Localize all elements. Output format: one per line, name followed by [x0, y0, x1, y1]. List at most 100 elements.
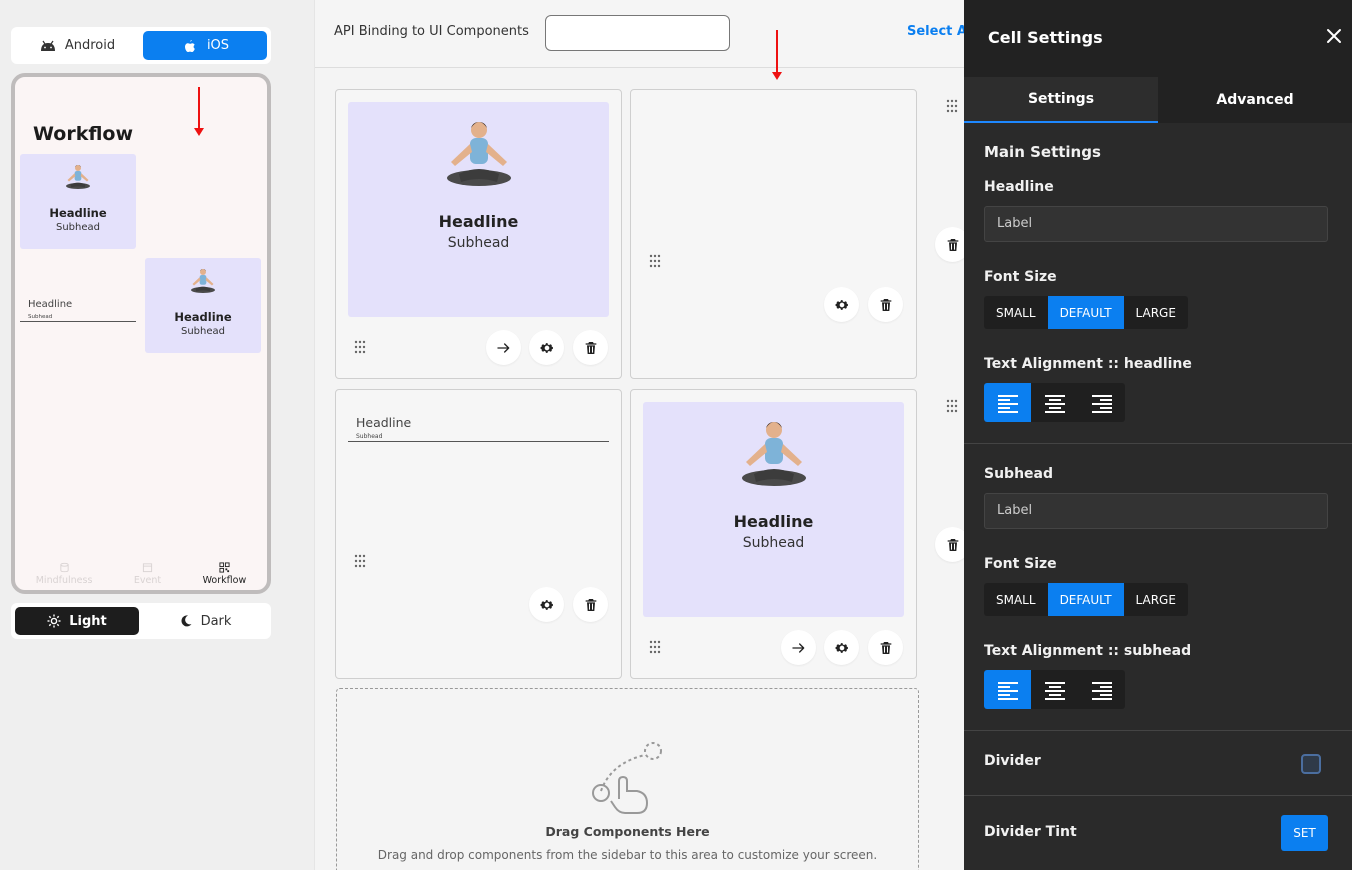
subhead-font-size-selector: SMALL DEFAULT LARGE — [984, 583, 1188, 616]
settings-button[interactable] — [824, 630, 859, 665]
align-right-button[interactable] — [1078, 670, 1125, 709]
nav-item-workflow[interactable]: Workflow — [202, 562, 247, 586]
section-divider — [964, 730, 1352, 731]
size-default-button[interactable]: DEFAULT — [1047, 583, 1124, 616]
headline-font-size-selector: SMALL DEFAULT LARGE — [984, 296, 1188, 329]
size-large-button[interactable]: LARGE — [1124, 583, 1188, 616]
text-field[interactable]: Headline Subhead — [348, 412, 609, 442]
gear-icon — [539, 597, 555, 613]
apple-icon — [184, 39, 195, 52]
font-size-label: Font Size — [984, 269, 1057, 285]
nav-item-mindfulness[interactable]: Mindfulness — [35, 562, 93, 586]
calendar-icon — [142, 563, 153, 573]
grid-cell-1[interactable]: Headline Subhead — [335, 89, 622, 379]
qr-grid-icon — [219, 562, 230, 573]
size-small-button[interactable]: SMALL — [984, 296, 1048, 329]
nav-label: Mindfulness — [35, 575, 93, 586]
ios-button[interactable]: iOS — [143, 31, 267, 60]
headline-alignment-selector — [984, 383, 1125, 422]
api-binding-input[interactable] — [545, 15, 730, 51]
delete-button[interactable] — [573, 330, 608, 365]
drag-grip-icon[interactable] — [649, 640, 661, 654]
drag-grip-icon[interactable] — [649, 254, 661, 268]
font-size-label: Font Size — [984, 556, 1057, 572]
phone-card-1[interactable]: Headline Subhead — [20, 154, 136, 249]
settings-button[interactable] — [529, 587, 564, 622]
navigate-button[interactable] — [781, 630, 816, 665]
drop-zone[interactable]: Drag Components Here Drag and drop compo… — [336, 688, 919, 870]
drag-grip-icon[interactable] — [354, 554, 366, 568]
trash-icon — [878, 640, 894, 656]
align-right-button[interactable] — [1078, 383, 1125, 422]
tab-advanced[interactable]: Advanced — [1158, 77, 1352, 123]
drop-zone-title: Drag Components Here — [545, 824, 710, 839]
phone-card-2-headline: Headline — [174, 310, 232, 324]
divider-label: Divider — [984, 753, 1041, 769]
android-icon — [40, 40, 55, 51]
phone-card-2-subhead: Subhead — [181, 326, 225, 337]
set-tint-button[interactable]: SET — [1281, 815, 1328, 851]
nav-item-event[interactable]: Event — [134, 562, 161, 586]
android-button[interactable]: Android — [15, 31, 139, 60]
preview-panel: Android iOS Workflow Headline Subhead He… — [0, 0, 314, 870]
phone-card-2[interactable]: Headline Subhead — [145, 258, 261, 353]
delete-button[interactable] — [868, 287, 903, 322]
trash-icon — [583, 597, 599, 613]
align-center-icon — [1044, 393, 1066, 413]
api-binding-label: API Binding to UI Components — [334, 24, 529, 39]
tab-settings[interactable]: Settings — [964, 77, 1158, 123]
trash-icon — [945, 537, 961, 553]
grid-cell-4[interactable]: Headline Subhead — [630, 389, 917, 679]
divider-checkbox[interactable] — [1301, 754, 1321, 774]
delete-button[interactable] — [868, 630, 903, 665]
row-drag-grip-icon[interactable] — [946, 99, 958, 113]
nav-label: Workflow — [202, 575, 247, 586]
light-theme-button[interactable]: Light — [15, 607, 139, 635]
subhead-label: Subhead — [984, 466, 1054, 482]
image-card[interactable]: Headline Subhead — [643, 402, 904, 617]
headline-input[interactable]: Label — [984, 206, 1328, 242]
align-left-button[interactable] — [984, 383, 1031, 422]
align-left-icon — [997, 393, 1019, 413]
phone-text-field[interactable]: Headline Subhead — [20, 297, 136, 322]
align-center-button[interactable] — [1031, 383, 1078, 422]
phone-preview: Workflow Headline Subhead Headline Subhe… — [11, 73, 271, 594]
panel-header: Cell Settings — [964, 0, 1352, 77]
settings-button[interactable] — [529, 330, 564, 365]
delete-button[interactable] — [573, 587, 608, 622]
align-right-icon — [1091, 680, 1113, 700]
settings-button[interactable] — [824, 287, 859, 322]
moon-icon — [181, 615, 192, 627]
drag-hand-icon — [592, 742, 662, 814]
field-headline: Headline — [356, 415, 412, 430]
drag-grip-icon[interactable] — [354, 340, 366, 354]
drop-zone-description: Drag and drop components from the sideba… — [377, 848, 878, 862]
size-small-button[interactable]: SMALL — [984, 583, 1048, 616]
yoga-image — [63, 162, 93, 192]
database-icon — [59, 562, 69, 573]
grid-cell-2[interactable] — [630, 89, 917, 379]
phone-field-subhead: Subhead — [28, 314, 53, 320]
align-left-button[interactable] — [984, 670, 1031, 709]
phone-bottom-nav: Mindfulness Event Workflow — [15, 562, 267, 586]
yoga-image — [734, 414, 814, 494]
phone-field-headline: Headline — [28, 299, 73, 310]
size-default-button[interactable]: DEFAULT — [1047, 296, 1124, 329]
section-divider — [964, 795, 1352, 796]
size-large-button[interactable]: LARGE — [1124, 296, 1188, 329]
headline-alignment-label: Text Alignment :: headline — [984, 356, 1192, 372]
navigate-button[interactable] — [486, 330, 521, 365]
subhead-input[interactable]: Label — [984, 493, 1328, 529]
nav-label: Event — [133, 575, 162, 586]
phone-card-1-subhead: Subhead — [56, 222, 100, 233]
panel-title: Cell Settings — [988, 28, 1103, 47]
row-drag-grip-icon[interactable] — [946, 399, 958, 413]
grid-cell-3[interactable]: Headline Subhead — [335, 389, 622, 679]
select-all-link[interactable]: Select Al — [907, 24, 971, 39]
red-arrow-annotation — [194, 87, 204, 136]
dark-theme-button[interactable]: Dark — [143, 607, 267, 635]
align-center-button[interactable] — [1031, 670, 1078, 709]
image-card[interactable]: Headline Subhead — [348, 102, 609, 317]
close-icon[interactable] — [1324, 26, 1344, 46]
settings-tabs: Settings Advanced — [964, 77, 1352, 123]
